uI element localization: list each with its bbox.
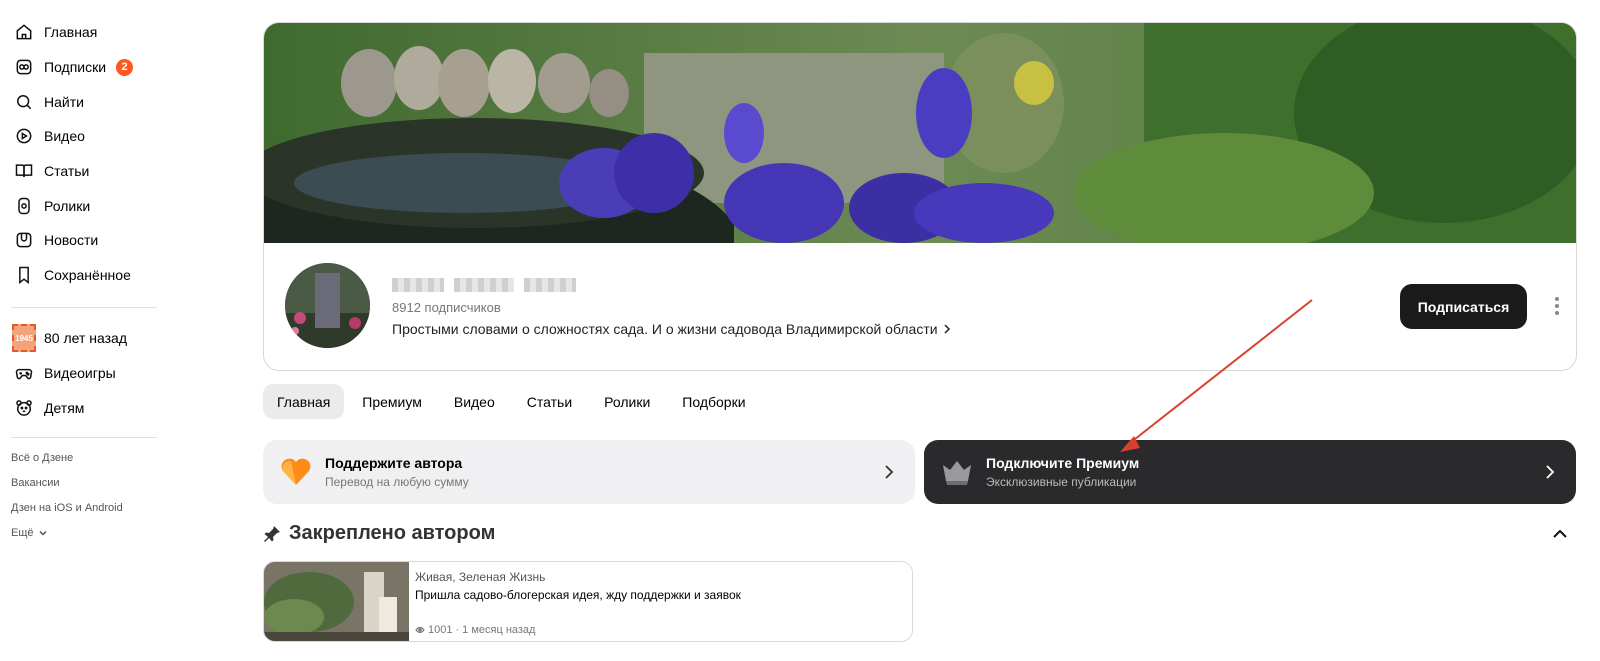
sidebar: Главная Подписки 2 Найти Видео Статьи Ро… — [0, 0, 160, 661]
pinned-title: Закреплено автором — [289, 522, 496, 544]
sidebar-item-label: Новости — [44, 232, 99, 248]
channel-description-text: Простыми словами о сложностях сада. И о … — [392, 321, 938, 337]
meta-separator: · — [455, 624, 460, 636]
premium-card[interactable]: Подключите Премиум Эксклюзивные публикац… — [924, 440, 1576, 504]
tab-video[interactable]: Видео — [440, 384, 509, 419]
subscribe-button[interactable]: Подписаться — [1400, 284, 1527, 329]
channel-name-blurred — [392, 278, 576, 292]
channel-tabs: Главная Премиум Видео Статьи Ролики Подб… — [263, 384, 760, 419]
sidebar-item-kids[interactable]: Детям — [12, 393, 84, 423]
channel-header-card: 8912 подписчиков Простыми словами о слож… — [263, 22, 1577, 371]
chevron-right-icon — [1546, 465, 1555, 479]
footer-link-apps[interactable]: Дзен на iOS и Android — [11, 502, 123, 514]
heart-icon — [277, 453, 315, 491]
chevron-right-icon — [944, 324, 950, 334]
home-icon — [12, 20, 36, 44]
sidebar-item-label: Главная — [44, 24, 98, 40]
channel-description[interactable]: Простыми словами о сложностях сада. И о … — [392, 321, 952, 337]
post-age: 1 месяц назад — [462, 624, 536, 636]
support-title: Поддержите автора — [325, 455, 463, 471]
support-author-card[interactable]: Поддержите автора Перевод на любую сумму — [263, 440, 915, 504]
stamp-1945-icon: 1945 — [12, 324, 36, 352]
pin-icon — [264, 525, 280, 542]
tab-collections[interactable]: Подборки — [668, 384, 759, 419]
sidebar-divider — [11, 437, 157, 438]
tab-main[interactable]: Главная — [263, 384, 345, 419]
tab-premium[interactable]: Премиум — [348, 384, 436, 419]
sidebar-item-80-years-ago[interactable]: 1945 80 лет назад — [12, 323, 127, 353]
chevron-right-icon — [885, 465, 894, 479]
footer-link-about[interactable]: Всё о Дзене — [11, 452, 73, 464]
sidebar-item-label: Видео — [44, 128, 85, 144]
sidebar-item-label: Найти — [44, 94, 84, 110]
sidebar-item-videogames[interactable]: Видеоигры — [12, 358, 116, 388]
sidebar-item-label: Подписки — [44, 59, 107, 75]
premium-title: Подключите Премиум — [986, 455, 1140, 471]
pinned-section-header: Закреплено автором — [263, 522, 495, 545]
footer-link-jobs[interactable]: Вакансии — [11, 477, 60, 489]
post-title: Пришла садово-блогерская идея, жду подде… — [415, 588, 741, 602]
sidebar-item-label: Статьи — [44, 163, 90, 179]
post-author: Живая, Зеленая Жизнь — [415, 570, 546, 584]
sidebar-item-video[interactable]: Видео — [12, 121, 85, 151]
channel-avatar[interactable] — [285, 263, 370, 348]
support-subtitle: Перевод на любую сумму — [325, 475, 469, 489]
subscriptions-icon — [12, 55, 36, 79]
notification-badge: 2 — [116, 58, 134, 76]
sidebar-item-articles[interactable]: Статьи — [12, 156, 89, 186]
footer-more-button[interactable]: Ещё — [11, 527, 48, 539]
crown-icon — [938, 453, 976, 491]
post-meta: 1001 · 1 месяц назад — [415, 624, 535, 636]
channel-banner — [264, 23, 1576, 243]
news-icon — [12, 228, 36, 252]
sidebar-item-label: Видеоигры — [44, 365, 116, 381]
sidebar-item-home[interactable]: Главная — [12, 17, 97, 47]
sidebar-item-news[interactable]: Новости — [12, 225, 98, 255]
sidebar-item-saved[interactable]: Сохранённое — [12, 260, 131, 290]
post-thumbnail — [264, 562, 409, 641]
search-icon — [12, 90, 36, 114]
video-icon — [12, 124, 36, 148]
sidebar-item-subscriptions[interactable]: Подписки 2 — [12, 52, 134, 82]
sidebar-item-label: 80 лет назад — [44, 330, 127, 346]
sidebar-item-label: Сохранённое — [44, 267, 131, 283]
tab-articles[interactable]: Статьи — [513, 384, 586, 419]
sidebar-item-shorts[interactable]: Ролики — [12, 191, 90, 221]
sidebar-item-search[interactable]: Найти — [12, 87, 84, 117]
chevron-down-icon — [38, 530, 47, 536]
sidebar-divider — [11, 307, 157, 308]
more-options-icon[interactable] — [1548, 293, 1566, 319]
tab-shorts[interactable]: Ролики — [590, 384, 664, 419]
pinned-post-card[interactable]: Живая, Зеленая Жизнь Пришла садово-блоге… — [263, 561, 913, 642]
premium-subtitle: Эксклюзивные публикации — [986, 475, 1137, 489]
articles-icon — [12, 159, 36, 183]
post-views: 1001 — [428, 624, 453, 636]
bear-icon — [12, 396, 36, 420]
eye-icon — [415, 626, 425, 634]
footer-more-label: Ещё — [11, 527, 34, 539]
sidebar-item-label: Ролики — [44, 198, 91, 214]
bookmark-icon — [12, 263, 36, 287]
subscriber-count: 8912 подписчиков — [392, 300, 501, 315]
chevron-up-icon[interactable] — [1550, 524, 1570, 544]
shorts-icon — [12, 194, 36, 218]
sidebar-item-label: Детям — [44, 400, 85, 416]
gamepad-icon — [12, 361, 36, 385]
